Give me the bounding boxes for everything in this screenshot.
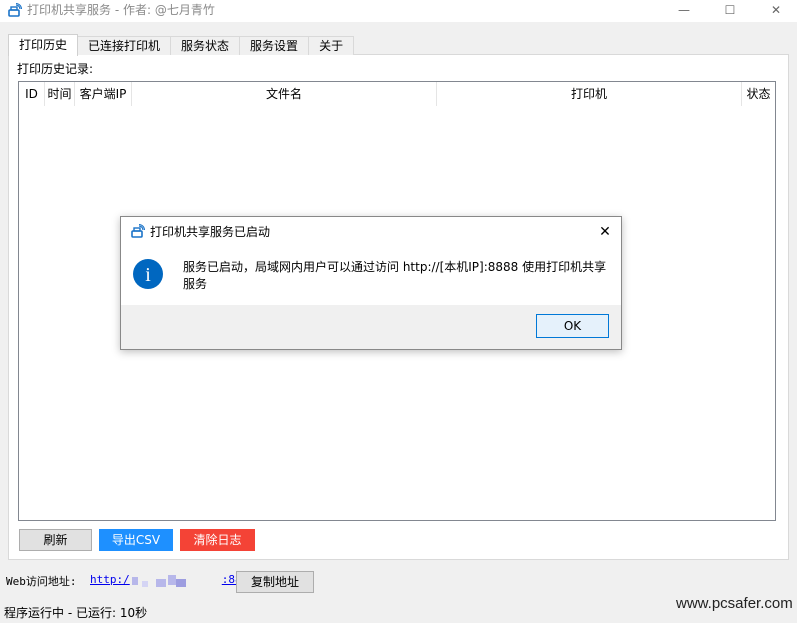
- web-link-prefix: http:/: [90, 573, 130, 586]
- copy-address-button[interactable]: 复制地址: [236, 571, 314, 593]
- title-bar: 打印机共享服务 - 作者: @七月青竹 — ☐ ✕: [0, 0, 797, 22]
- export-csv-button[interactable]: 导出CSV: [99, 529, 173, 551]
- info-icon-glyph: i: [145, 264, 151, 286]
- column-time[interactable]: 时间: [45, 82, 75, 106]
- minimize-icon: —: [678, 3, 690, 17]
- tab-service-status[interactable]: 服务状态: [170, 36, 241, 55]
- column-status[interactable]: 状态: [742, 82, 775, 106]
- maximize-button[interactable]: ☐: [707, 0, 753, 20]
- tab-connected-printers[interactable]: 已连接打印机: [77, 36, 172, 55]
- dialog-message: 服务已启动，局域网内用户可以通过访问 http://[本机IP]:8888 使用…: [183, 260, 607, 291]
- clear-log-button[interactable]: 清除日志: [180, 529, 255, 551]
- info-icon: i: [133, 259, 163, 289]
- watermark: www.pcsafer.com: [676, 595, 793, 612]
- refresh-button[interactable]: 刷新: [19, 529, 92, 551]
- maximize-icon: ☐: [724, 3, 736, 17]
- window-title: 打印机共享服务 - 作者: @七月青竹: [27, 3, 215, 17]
- service-started-dialog: 打印机共享服务已启动 ✕ i 服务已启动，局域网内用户可以通过访问 http:/…: [120, 216, 622, 350]
- redaction-mosaic: [130, 573, 188, 589]
- tab-about[interactable]: 关于: [308, 36, 355, 55]
- tab-print-history[interactable]: 打印历史: [8, 34, 79, 56]
- column-filename[interactable]: 文件名: [132, 82, 437, 106]
- history-label: 打印历史记录:: [17, 62, 94, 76]
- column-printer[interactable]: 打印机: [437, 82, 742, 106]
- minimize-button[interactable]: —: [661, 0, 707, 20]
- close-icon: ✕: [770, 3, 782, 17]
- close-button[interactable]: ✕: [753, 0, 797, 20]
- printer-icon: [131, 224, 145, 238]
- column-id[interactable]: ID: [19, 82, 45, 106]
- tab-bar: 打印历史 已连接打印机 服务状态 服务设置 关于: [8, 34, 355, 56]
- web-address-label: Web访问地址:: [6, 575, 77, 588]
- printer-icon: [8, 3, 22, 17]
- tab-service-settings[interactable]: 服务设置: [239, 36, 310, 55]
- ok-button[interactable]: OK: [536, 314, 609, 338]
- status-bar: 程序运行中 - 已运行: 10秒: [4, 606, 148, 620]
- table-header: ID 时间 客户端IP 文件名 打印机 状态: [19, 82, 775, 106]
- dialog-title: 打印机共享服务已启动: [150, 225, 271, 239]
- close-icon: ✕: [599, 224, 611, 240]
- column-client-ip[interactable]: 客户端IP: [75, 82, 132, 106]
- dialog-close-button[interactable]: ✕: [591, 220, 619, 244]
